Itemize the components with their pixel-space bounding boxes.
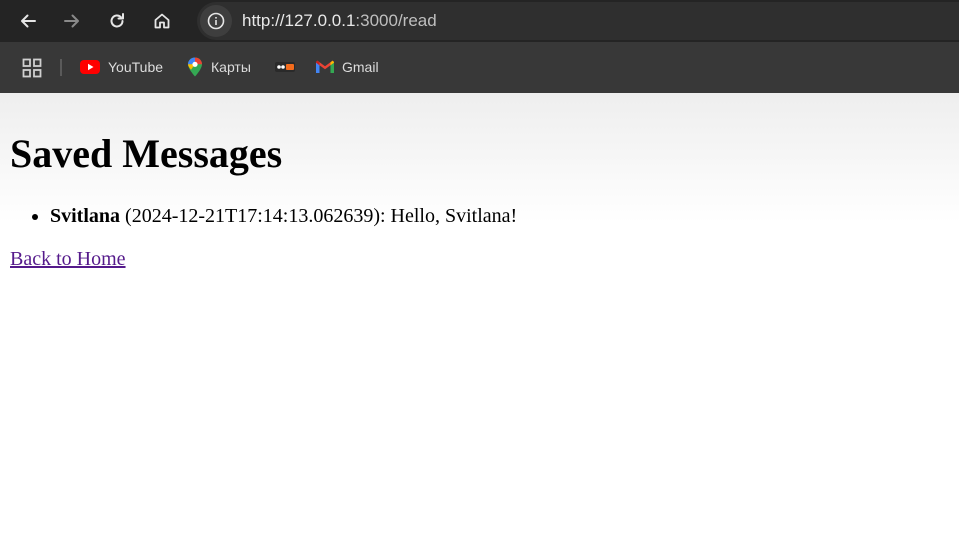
- apps-grid-icon: [22, 58, 42, 78]
- back-to-home-link[interactable]: Back to Home: [10, 247, 126, 271]
- bookmark-gmail[interactable]: Gmail: [316, 56, 379, 78]
- bookmark-youtube[interactable]: YouTube: [80, 56, 163, 78]
- reload-button[interactable]: [101, 5, 133, 37]
- message-detail: (2024-12-21T17:14:13.062639): Hello, Svi…: [120, 205, 518, 227]
- home-button[interactable]: [146, 5, 178, 37]
- site-info-button[interactable]: [200, 5, 232, 37]
- maps-pin-icon: [187, 57, 203, 77]
- bookmark-label: Карты: [211, 59, 251, 75]
- url-text[interactable]: http://127.0.0.1:3000/read: [242, 11, 437, 31]
- youtube-icon: [80, 60, 100, 74]
- apps-button[interactable]: [22, 57, 42, 79]
- back-button[interactable]: [12, 5, 44, 37]
- message-list: Svitlana (2024-12-21T17:14:13.062639): H…: [10, 204, 517, 228]
- forward-arrow-icon: [64, 14, 79, 28]
- list-item: Svitlana (2024-12-21T17:14:13.062639): H…: [50, 204, 517, 228]
- bookmarks-separator: [60, 59, 62, 76]
- info-icon: [207, 12, 225, 30]
- bookmarks-bar: YouTube Карты Gmail: [0, 42, 959, 93]
- bookmark-label: YouTube: [108, 59, 164, 75]
- bookmark-maps[interactable]: Карты: [187, 56, 251, 78]
- page-title: Saved Messages: [10, 131, 283, 176]
- home-icon: [154, 13, 170, 29]
- site-favicon-icon: [275, 62, 295, 72]
- bookmark-site[interactable]: [275, 56, 303, 78]
- forward-button[interactable]: [56, 5, 88, 37]
- reload-icon: [110, 13, 124, 28]
- message-author: Svitlana: [50, 205, 121, 227]
- page-viewport: Saved Messages Svitlana (2024-12-21T17:1…: [0, 93, 959, 536]
- gmail-icon: [316, 60, 334, 74]
- url-path: :3000/read: [355, 11, 437, 30]
- browser-toolbar: http://127.0.0.1:3000/read: [0, 0, 959, 42]
- address-bar[interactable]: http://127.0.0.1:3000/read: [197, 2, 959, 40]
- bookmark-label: Gmail: [342, 59, 379, 75]
- back-arrow-icon: [21, 14, 36, 28]
- url-host: http://127.0.0.1: [242, 11, 356, 30]
